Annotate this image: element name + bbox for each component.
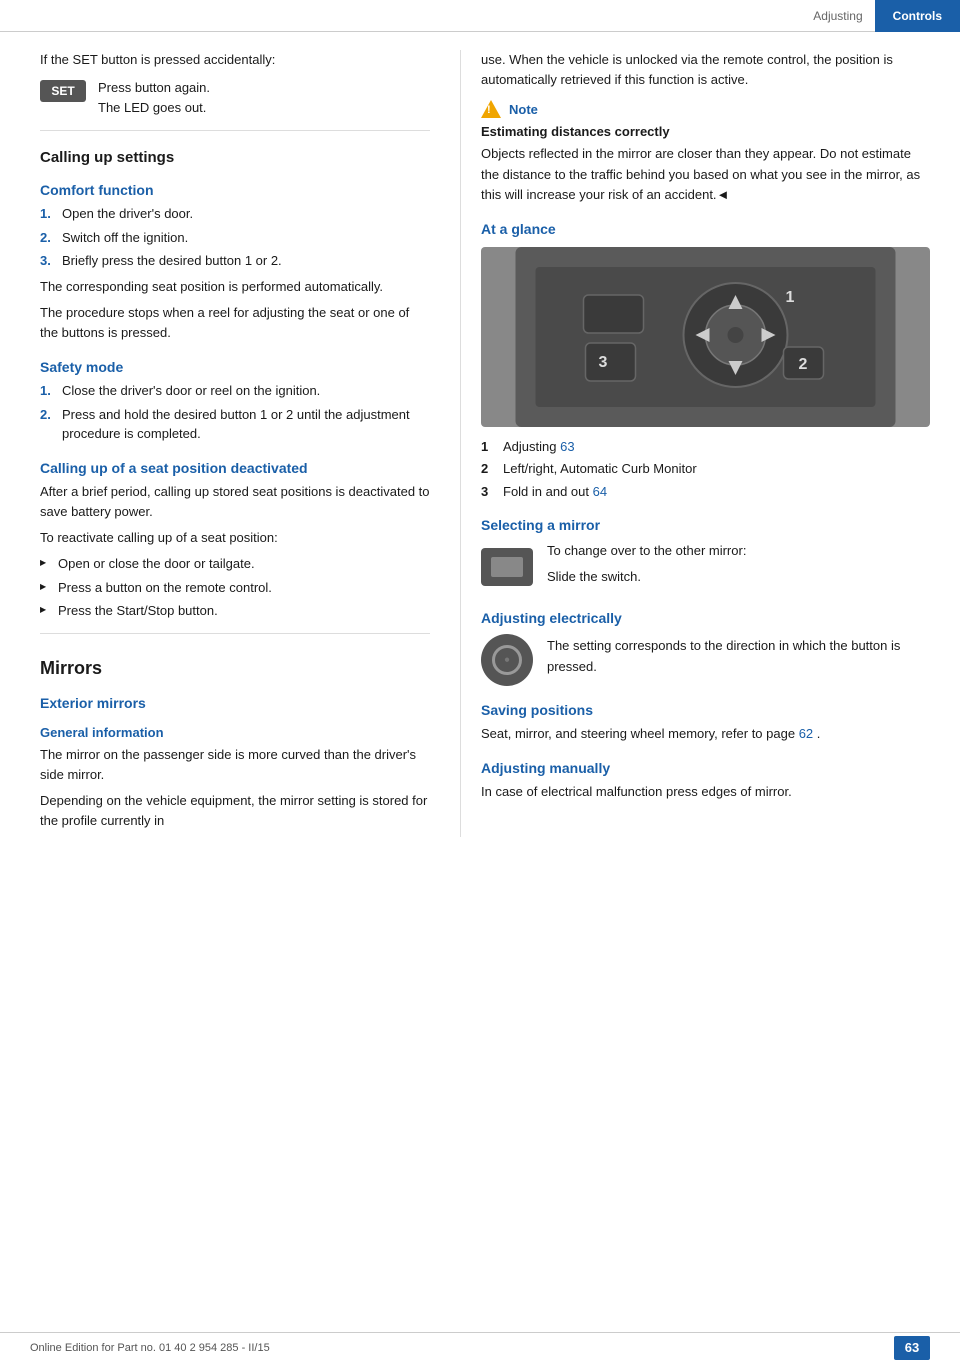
note-label: Note (509, 102, 538, 117)
page-header: Adjusting Controls (0, 0, 960, 32)
mirror-controls-svg: 1 2 3 (481, 247, 930, 427)
main-content: If the SET button is pressed accidentall… (0, 32, 960, 837)
header-adjusting-label: Adjusting (801, 0, 874, 32)
comfort-function-steps: 1.Open the driver's door. 2.Switch off t… (40, 204, 430, 271)
adjusting-manually-para: In case of electrical malfunction press … (481, 782, 930, 802)
divider-2 (40, 633, 430, 634)
svg-text:1: 1 (786, 289, 795, 306)
at-a-glance-title: At a glance (481, 221, 930, 237)
adj-button-icon (481, 634, 533, 686)
bullet-1: Open or close the door or tailgate. (40, 554, 430, 574)
intro-text: If the SET button is pressed accidentall… (40, 50, 430, 70)
legend-item-1: 1 Adjusting 63 (481, 437, 930, 457)
bullet-3: Press the Start/Stop button. (40, 601, 430, 621)
right-column: use. When the vehicle is unlocked via th… (460, 50, 960, 837)
step-3: 3.Briefly press the desired button 1 or … (40, 251, 430, 271)
legend-item-3: 3 Fold in and out 64 (481, 482, 930, 502)
set-instruction-1: Press button again. (98, 78, 210, 98)
calling-up-settings-title: Calling up settings (40, 149, 430, 166)
legend-text-2: Left/right, Automatic Curb Monitor (503, 459, 697, 479)
right-intro: use. When the vehicle is unlocked via th… (481, 50, 930, 90)
legend-num-2: 2 (481, 459, 503, 479)
safety-step-2: 2.Press and hold the desired button 1 or… (40, 405, 430, 444)
legend-link-1[interactable]: 63 (560, 439, 574, 454)
left-column: If the SET button is pressed accidentall… (0, 50, 460, 837)
step-1: 1.Open the driver's door. (40, 204, 430, 224)
exterior-mirrors-title: Exterior mirrors (40, 695, 430, 711)
safety-mode-title: Safety mode (40, 359, 430, 375)
saving-positions-link[interactable]: 62 (799, 726, 813, 741)
mirrors-title: Mirrors (40, 658, 430, 679)
set-button-row: SET Press button again. The LED goes out… (40, 78, 430, 118)
step-2: 2.Switch off the ignition. (40, 228, 430, 248)
selecting-mirror-title: Selecting a mirror (481, 517, 930, 533)
general-information-title: General information (40, 725, 430, 740)
saving-positions-para: Seat, mirror, and steering wheel memory,… (481, 724, 930, 744)
adj-button-inner (492, 645, 522, 675)
svg-text:3: 3 (599, 354, 608, 371)
divider-1 (40, 130, 430, 131)
warning-triangle-icon (481, 100, 501, 118)
comfort-function-title: Comfort function (40, 182, 430, 198)
legend-text-1: Adjusting 63 (503, 437, 575, 457)
general-info-para1: The mirror on the passenger side is more… (40, 745, 430, 785)
note-body: Estimating distances correctly Objects r… (481, 122, 930, 205)
adjusting-electrically-title: Adjusting electrically (481, 610, 930, 626)
footer-online-edition: Online Edition for Part no. 01 40 2 954 … (30, 1342, 270, 1354)
svg-text:2: 2 (799, 356, 808, 373)
saving-positions-title: Saving positions (481, 702, 930, 718)
deactivated-para2: To reactivate calling up of a seat posit… (40, 528, 430, 548)
general-info-para2: Depending on the vehicle equipment, the … (40, 791, 430, 831)
note-content: Objects reflected in the mirror are clos… (481, 146, 920, 201)
switch-inner (491, 557, 523, 577)
note-title-text: Estimating distances correctly (481, 122, 930, 142)
adjusting-manually-title: Adjusting manually (481, 760, 930, 776)
legend-list: 1 Adjusting 63 2 Left/right, Automatic C… (481, 437, 930, 502)
safety-mode-steps: 1.Close the driver's door or reel on the… (40, 381, 430, 444)
legend-item-2: 2 Left/right, Automatic Curb Monitor (481, 459, 930, 479)
set-instructions: Press button again. The LED goes out. (98, 78, 210, 118)
selecting-mirror-text: To change over to the other mirror: Slid… (547, 541, 746, 593)
selecting-mirror-para1: To change over to the other mirror: (547, 541, 746, 561)
adj-button-row: The setting corresponds to the direction… (481, 634, 930, 686)
selecting-mirror-para2: Slide the switch. (547, 567, 746, 587)
set-instruction-2: The LED goes out. (98, 98, 210, 118)
note-header: Note (481, 100, 930, 118)
comfort-para1: The corresponding seat position is perfo… (40, 277, 430, 297)
calling-up-deactivated-title: Calling up of a seat position deactivate… (40, 460, 430, 476)
safety-step-1: 1.Close the driver's door or reel on the… (40, 381, 430, 401)
mirror-switch-icon (481, 548, 533, 586)
legend-link-3[interactable]: 64 (593, 484, 607, 499)
legend-num-3: 3 (481, 482, 503, 502)
legend-num-1: 1 (481, 437, 503, 457)
legend-text-3: Fold in and out 64 (503, 482, 607, 502)
reactivate-bullets: Open or close the door or tailgate. Pres… (40, 554, 430, 621)
page-footer: Online Edition for Part no. 01 40 2 954 … (0, 1332, 960, 1362)
note-box: Note Estimating distances correctly Obje… (481, 100, 930, 205)
bullet-2: Press a button on the remote control. (40, 578, 430, 598)
switch-row: To change over to the other mirror: Slid… (481, 541, 930, 593)
mirror-controls-image: 1 2 3 (481, 247, 930, 427)
footer-page-number: 63 (894, 1336, 930, 1360)
adjusting-electrically-para: The setting corresponds to the direction… (547, 636, 930, 676)
header-controls-label: Controls (875, 0, 960, 32)
comfort-para2: The procedure stops when a reel for adju… (40, 303, 430, 343)
deactivated-para1: After a brief period, calling up stored … (40, 482, 430, 522)
set-button: SET (40, 80, 86, 102)
